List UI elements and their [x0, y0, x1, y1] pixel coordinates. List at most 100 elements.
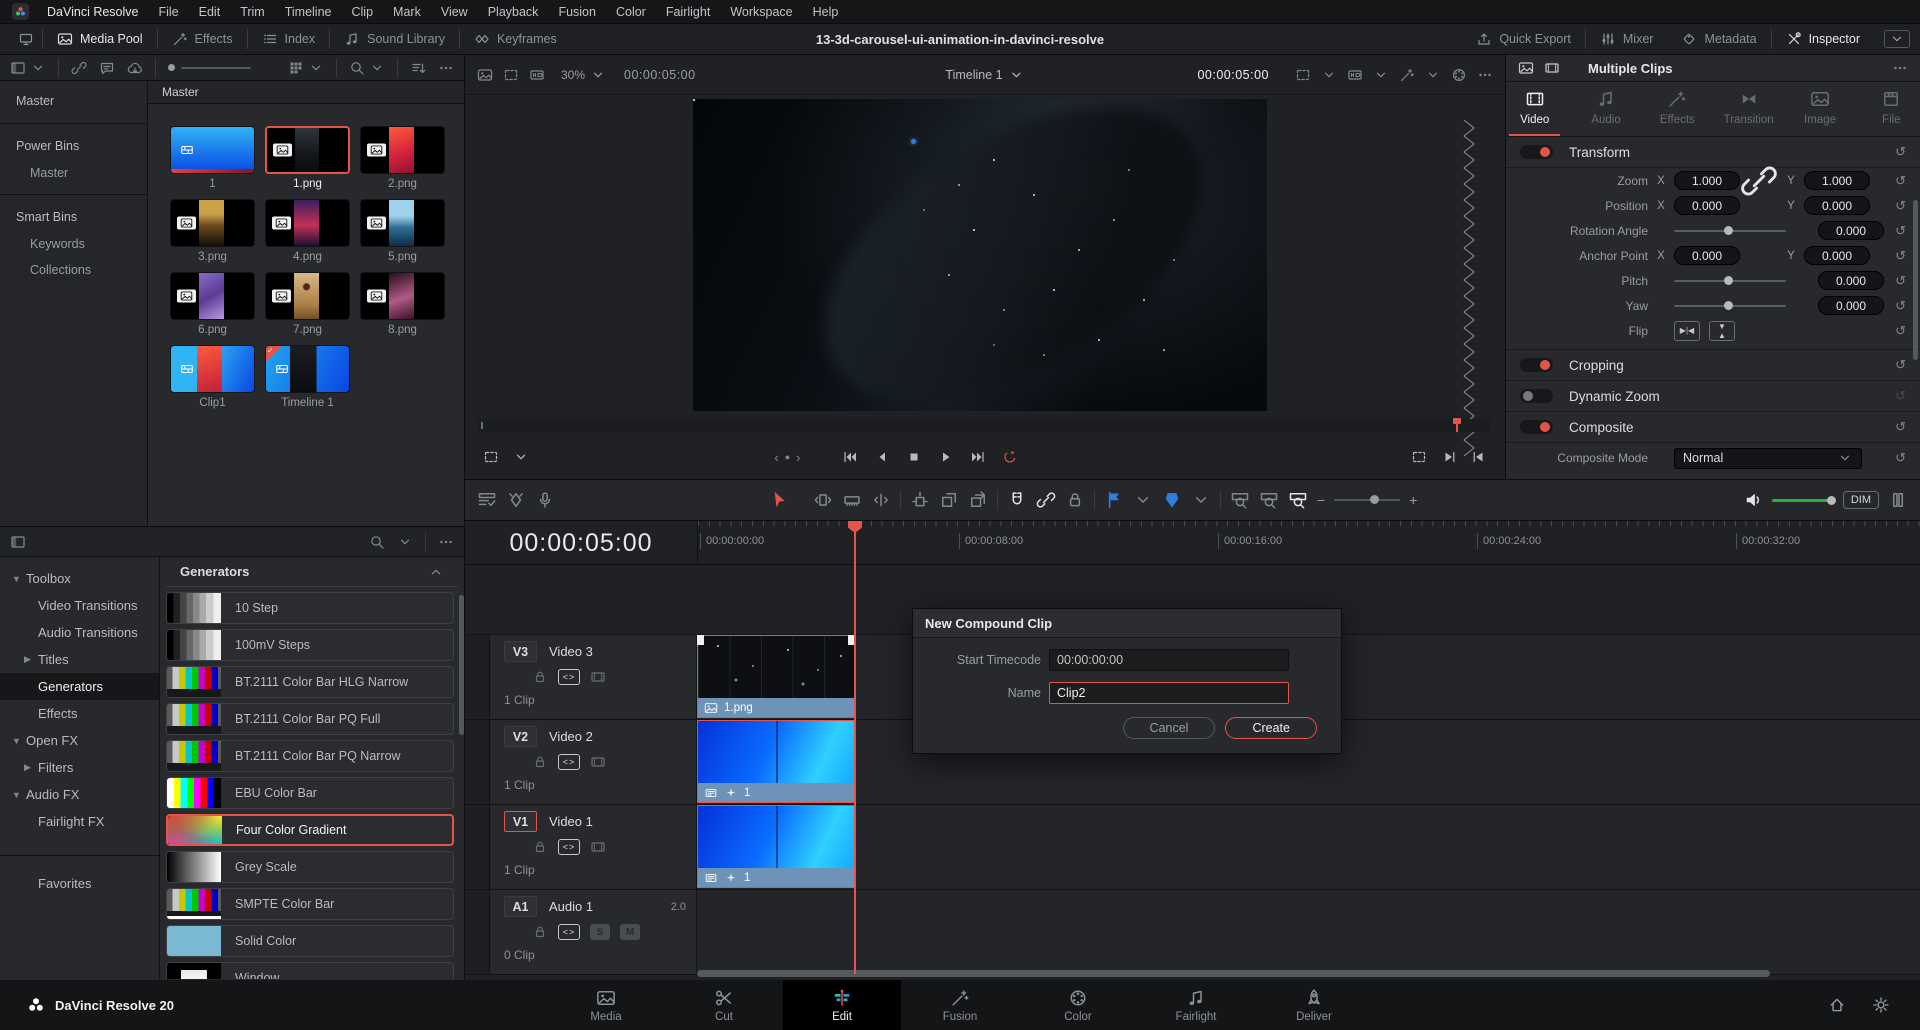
bin-power-bins[interactable]: Power Bins — [0, 132, 147, 160]
track-destination-button[interactable]: V3 — [504, 641, 537, 662]
media-pool-button[interactable]: Media Pool — [43, 24, 157, 54]
reset-icon[interactable]: ↺ — [1895, 144, 1906, 160]
tree-video-transitions[interactable]: ▶Video Transitions — [0, 592, 159, 619]
reset-icon[interactable]: ↺ — [1895, 323, 1906, 339]
zoom-y-field[interactable]: 1.000 — [1804, 171, 1870, 190]
dynamic-trim-mode-icon[interactable] — [871, 490, 891, 510]
menu-file[interactable]: File — [148, 0, 188, 24]
position-y-field[interactable]: 0.000 — [1804, 196, 1870, 215]
media-clip-timeline-1[interactable]: ✓Timeline 1 — [265, 345, 350, 418]
selection-mode-icon[interactable] — [769, 490, 789, 510]
media-clip-6-png[interactable]: 6.png — [170, 272, 255, 345]
generator-bt-2111-color-bar-pq-narrow[interactable]: BT.2111 Color Bar PQ Narrow — [166, 740, 454, 772]
bin-master[interactable]: Master — [0, 160, 147, 186]
timeline-inspector-icon[interactable] — [1544, 60, 1560, 76]
volume-slider[interactable] — [1772, 499, 1834, 502]
index-button[interactable]: Index — [248, 24, 330, 54]
generator-10-step[interactable]: 10 Step — [166, 592, 454, 624]
cropping-toggle[interactable] — [1520, 358, 1553, 372]
viewer-mode-chevron-icon[interactable] — [513, 449, 529, 465]
tree-titles[interactable]: ▶Titles — [0, 646, 159, 673]
loop-icon[interactable] — [1002, 449, 1018, 465]
inspector-options-icon[interactable] — [1892, 60, 1908, 76]
safe-area-chevron-icon[interactable] — [1321, 67, 1337, 83]
create-button[interactable]: Create — [1225, 717, 1317, 739]
solo-button[interactable]: S — [590, 924, 610, 940]
cancel-button[interactable]: Cancel — [1123, 717, 1216, 739]
razor-mode-icon[interactable] — [842, 490, 862, 510]
viewer-zoom-select[interactable]: 30% — [561, 67, 606, 83]
transform-toggle[interactable] — [1520, 145, 1553, 159]
media-clip-3-png[interactable]: 3.png — [170, 199, 255, 272]
reset-icon[interactable]: ↺ — [1895, 357, 1906, 373]
yaw-field[interactable]: 0.000 — [1818, 296, 1884, 315]
audio-monitor-icon[interactable] — [1743, 490, 1763, 510]
track-lock-icon[interactable] — [532, 924, 548, 940]
metadata-button[interactable]: Metadata — [1667, 31, 1770, 47]
snapping-icon[interactable] — [1007, 490, 1027, 510]
page-color[interactable]: Color — [1019, 980, 1137, 1030]
step-back-icon[interactable] — [874, 449, 890, 465]
track-view-icon[interactable] — [590, 839, 606, 855]
timeline-clip-1-png[interactable]: 1.png — [697, 635, 855, 718]
name-input[interactable] — [1049, 682, 1289, 704]
rotation-angle-slider[interactable] — [1674, 230, 1786, 232]
tab-image[interactable]: Image — [1791, 89, 1848, 136]
collapse-panels-button[interactable] — [1884, 30, 1910, 48]
track-lock-icon[interactable] — [532, 839, 548, 855]
proxy-chevron-icon[interactable] — [1373, 67, 1389, 83]
bin-collections[interactable]: Collections — [0, 257, 147, 283]
keyframe-view-icon[interactable] — [506, 490, 526, 510]
keyframes-button[interactable]: Keyframes — [460, 24, 571, 54]
quick-export-button[interactable]: Quick Export — [1462, 31, 1585, 47]
tree-audio-transitions[interactable]: ▶Audio Transitions — [0, 619, 159, 646]
flag-icon[interactable] — [1104, 490, 1124, 510]
panel-toggle-button[interactable] — [10, 60, 46, 76]
loop-range-icon[interactable] — [1411, 449, 1427, 465]
tree-effects[interactable]: ▶Effects — [0, 700, 159, 727]
media-clip-1[interactable]: 1 — [170, 126, 255, 199]
track-view-icon[interactable] — [590, 754, 606, 770]
playhead[interactable] — [854, 521, 856, 974]
pitch-field[interactable]: 0.000 — [1818, 271, 1884, 290]
track-header[interactable]: V3Video 3<>1 Clip — [465, 635, 697, 719]
auto-select-button[interactable]: <> — [558, 924, 580, 940]
fx-options-icon[interactable] — [438, 534, 454, 550]
menu-timeline[interactable]: Timeline — [275, 0, 342, 24]
scrub-playhead[interactable] — [1456, 419, 1458, 432]
menu-view[interactable]: View — [431, 0, 478, 24]
zoom-in-button[interactable]: + — [1409, 492, 1417, 508]
marker-chevron-icon[interactable] — [1191, 490, 1211, 510]
page-cut[interactable]: Cut — [665, 980, 783, 1030]
generator-bt-2111-color-bar-hlg-narrow[interactable]: BT.2111 Color Bar HLG Narrow — [166, 666, 454, 698]
usage-icon[interactable] — [99, 60, 115, 76]
rotation-angle-field[interactable]: 0.000 — [1818, 221, 1884, 240]
sort-icon[interactable] — [410, 60, 426, 76]
reset-icon[interactable]: ↺ — [1895, 388, 1906, 404]
tree-fairlight-fx[interactable]: ▶Fairlight FX — [0, 808, 159, 835]
play-icon[interactable] — [938, 449, 954, 465]
reset-icon[interactable]: ↺ — [1895, 419, 1906, 435]
search-button[interactable] — [349, 60, 385, 76]
timeline-view-options-icon[interactable] — [477, 490, 497, 510]
start-timecode-input[interactable] — [1049, 649, 1289, 671]
mixer-button[interactable]: Mixer — [1586, 31, 1668, 47]
composite-toggle[interactable] — [1520, 420, 1553, 434]
reset-icon[interactable]: ↺ — [1895, 198, 1906, 214]
gallery-stills-icon[interactable] — [477, 67, 493, 83]
link-icon[interactable] — [1740, 162, 1778, 200]
reset-icon[interactable]: ↺ — [1895, 223, 1906, 239]
tree-favorites[interactable]: ▶Favorites — [0, 870, 159, 897]
grab-still-icon[interactable] — [503, 67, 519, 83]
proxy-quality-icon[interactable] — [1347, 67, 1363, 83]
flip-horizontal-button[interactable]: ▶|◀ — [1674, 321, 1700, 341]
menu-fusion[interactable]: Fusion — [548, 0, 606, 24]
zoom-out-button[interactable]: − — [1317, 492, 1325, 508]
page-deliver[interactable]: Deliver — [1255, 980, 1373, 1030]
generator-four-color-gradient[interactable]: Four Color Gradient — [166, 814, 454, 846]
pitch-slider[interactable] — [1674, 280, 1786, 282]
linked-selection-icon[interactable] — [1036, 490, 1056, 510]
generator-solid-color[interactable]: Solid Color — [166, 925, 454, 957]
collapse-icon[interactable] — [428, 564, 444, 580]
viewer-mode-icon[interactable] — [483, 449, 499, 465]
